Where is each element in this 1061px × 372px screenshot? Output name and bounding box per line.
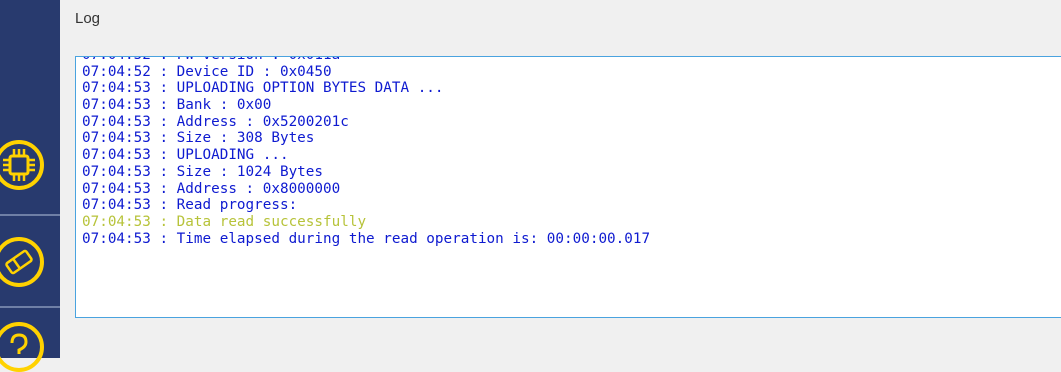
log-panel[interactable]: 07:04:52 : FW version : 0x011a07:04:52 :… (75, 56, 1061, 318)
log-line: 07:04:53 : Data read successfully (82, 213, 367, 230)
log-title: Log (75, 10, 101, 27)
sidebar-divider (0, 214, 60, 216)
sidebar-divider (0, 306, 60, 308)
eraser-icon[interactable] (0, 237, 44, 287)
log-lines: 07:04:52 : FW version : 0x011a07:04:52 :… (82, 57, 651, 247)
sidebar (0, 0, 60, 372)
log-line: 07:04:52 : Device ID : 0x0450 (82, 63, 332, 80)
log-line: 07:04:53 : Time elapsed during the read … (82, 230, 651, 247)
log-line: 07:04:53 : Address : 0x8000000 (82, 180, 341, 197)
chip-icon[interactable] (0, 140, 44, 190)
log-line: 07:04:53 : Size : 308 Bytes (82, 130, 315, 147)
log-line: 07:04:52 : FW version : 0x011a (82, 57, 650, 64)
help-icon[interactable] (0, 322, 44, 372)
log-line: 07:04:53 : UPLOADING ... (82, 147, 289, 164)
log-line: 07:04:53 : Size : 1024 Bytes (82, 163, 324, 180)
log-line: 07:04:53 : Read progress: (82, 197, 298, 214)
log-line: 07:04:53 : Bank : 0x00 (82, 97, 272, 114)
log-line: 07:04:53 : Address : 0x5200201c (82, 113, 349, 130)
log-line: 07:04:53 : UPLOADING OPTION BYTES DATA .… (82, 80, 444, 97)
